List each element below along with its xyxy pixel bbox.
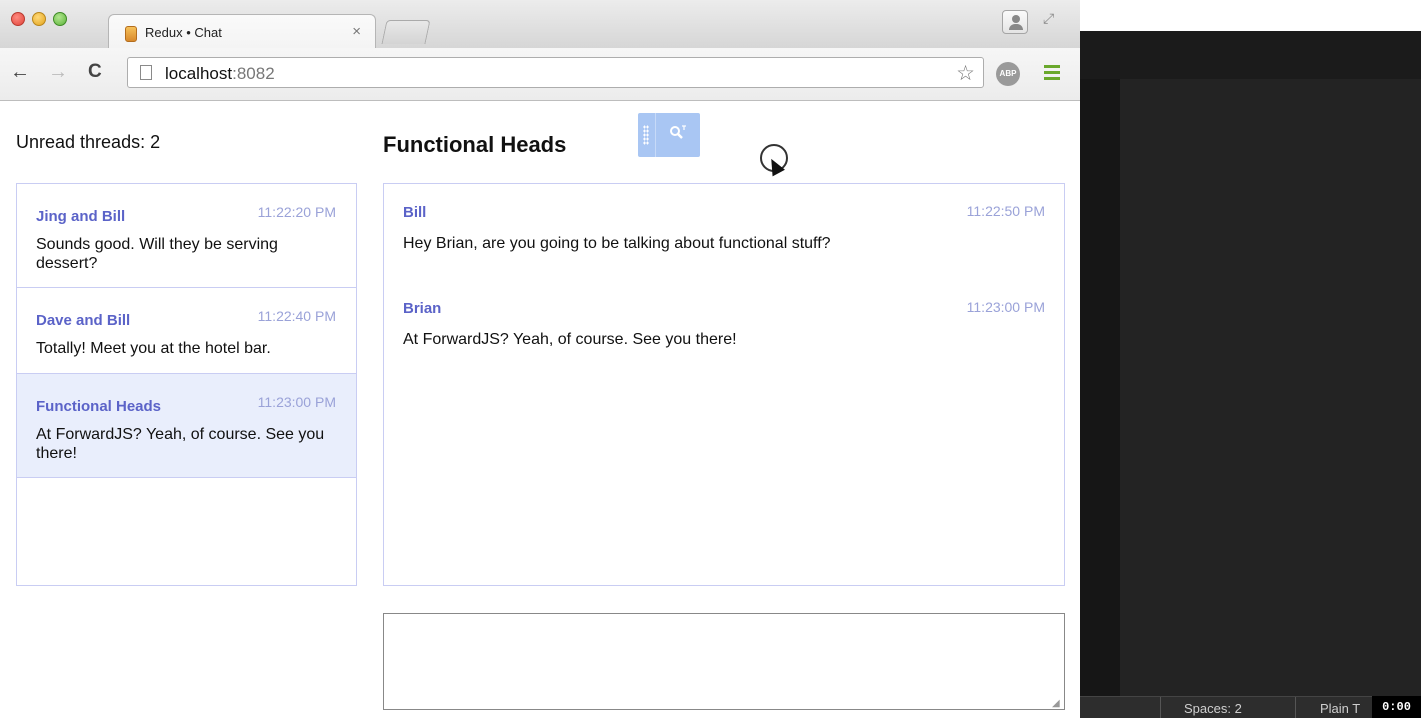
- status-syntax[interactable]: Plain T: [1320, 701, 1360, 716]
- url-port: :8082: [232, 64, 275, 83]
- chat-app: Unread threads: 2 Jing and Bill 11:22:20…: [0, 102, 1080, 718]
- magnifier-icon: [670, 125, 686, 139]
- adblock-icon[interactable]: ABP: [996, 62, 1020, 86]
- thread-item-active[interactable]: Functional Heads 11:23:00 PM At ForwardJ…: [17, 373, 356, 478]
- address-bar[interactable]: localhost:8082 ☆: [127, 57, 984, 88]
- editor-tabbar: [1080, 31, 1421, 79]
- browser-toolbar: ← → C localhost:8082 ☆ ABP: [0, 48, 1080, 101]
- search-icon[interactable]: [669, 125, 687, 145]
- browser-titlebar: Redux • Chat × ⤢: [0, 0, 1080, 48]
- hamburger-menu-icon[interactable]: [1044, 65, 1060, 83]
- window-maximize-button[interactable]: [53, 12, 67, 26]
- favicon-icon: [125, 26, 137, 42]
- browser-tab[interactable]: Redux • Chat ×: [108, 14, 376, 48]
- unread-threads-count: Unread threads: 2: [16, 132, 161, 152]
- reload-icon[interactable]: C: [88, 61, 102, 83]
- browser-window: Redux • Chat × ⤢ ← → C localhost:8082 ☆ …: [0, 0, 1080, 718]
- chat-title: Functional Heads: [383, 132, 567, 157]
- message-item: Brian 11:23:00 PM At ForwardJS? Yeah, of…: [384, 280, 1064, 376]
- drag-handle-icon[interactable]: [643, 125, 649, 145]
- window-minimize-button[interactable]: [32, 12, 46, 26]
- thread-time: 11:22:40 PM: [257, 308, 336, 325]
- bookmark-star-icon[interactable]: ☆: [956, 61, 975, 86]
- thread-preview: At ForwardJS? Yeah, of course. See you t…: [36, 425, 325, 462]
- forward-arrow-icon[interactable]: →: [48, 61, 68, 84]
- thread-time: 11:22:20 PM: [257, 204, 336, 220]
- thread-preview: Totally! Meet you at the hotel bar.: [36, 340, 271, 358]
- status-divider: [1295, 697, 1296, 718]
- editor-titlebar: [1080, 0, 1421, 31]
- message-time: 11:23:00 PM: [966, 299, 1045, 315]
- thread-list: Jing and Bill 11:22:20 PM Sounds good. W…: [16, 183, 357, 586]
- url-text[interactable]: localhost:8082: [165, 64, 275, 84]
- status-divider: [1160, 697, 1161, 718]
- message-list: Bill 11:22:50 PM Hey Brian, are you goin…: [383, 183, 1065, 586]
- thread-item[interactable]: Jing and Bill 11:22:20 PM Sounds good. W…: [17, 184, 356, 289]
- editor-body[interactable]: [1120, 79, 1421, 696]
- tab-close-icon[interactable]: ×: [352, 23, 361, 40]
- editor-status-bar: Spaces: 2 Plain T: [1080, 696, 1421, 718]
- message-text: At ForwardJS? Yeah, of course. See you t…: [403, 331, 737, 348]
- new-tab-button[interactable]: [381, 20, 431, 44]
- message-item: Bill 11:22:50 PM Hey Brian, are you goin…: [384, 184, 1064, 280]
- avatar-head-icon: [1012, 15, 1020, 23]
- window-close-button[interactable]: [11, 12, 25, 26]
- page-icon: [140, 65, 152, 80]
- avatar-body-icon: [1009, 24, 1023, 30]
- thread-item[interactable]: Dave and Bill 11:22:40 PM Totally! Meet …: [17, 288, 356, 374]
- back-arrow-icon[interactable]: ←: [10, 61, 30, 84]
- thread-preview: Sounds good. Will they be serving desser…: [36, 236, 278, 273]
- message-author: Brian: [403, 300, 442, 317]
- url-host: localhost: [165, 64, 233, 83]
- code-editor-window: Spaces: 2 Plain T 0:00: [1080, 0, 1421, 718]
- recording-timer: 0:00: [1372, 696, 1421, 718]
- message-text: Hey Brian, are you going to be talking a…: [403, 235, 831, 252]
- editor-gutter: [1080, 79, 1120, 696]
- divider: [655, 113, 656, 157]
- thread-time: 11:23:00 PM: [257, 393, 336, 410]
- tab-title: Redux • Chat: [145, 25, 222, 40]
- resize-handle-icon[interactable]: ◢: [1052, 698, 1060, 709]
- profile-button[interactable]: [1002, 10, 1028, 34]
- devtools-widget[interactable]: [638, 113, 700, 157]
- message-time: 11:22:50 PM: [966, 203, 1045, 219]
- message-author: Bill: [403, 204, 427, 221]
- status-indentation[interactable]: Spaces: 2: [1184, 701, 1242, 716]
- message-composer[interactable]: [383, 613, 1065, 710]
- fullscreen-icon[interactable]: ⤢: [1043, 10, 1054, 27]
